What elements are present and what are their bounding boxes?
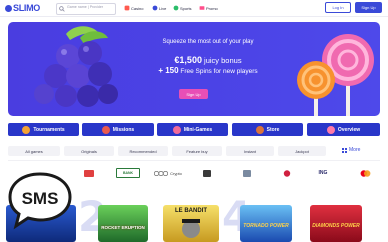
crypto-icon: [154, 170, 169, 176]
provider-crypto[interactable]: Crypto: [150, 168, 186, 178]
category-overview[interactable]: Overview: [307, 123, 380, 136]
provider-logo-b[interactable]: [240, 168, 254, 178]
bandit-character: [182, 219, 200, 238]
sports-icon: [173, 5, 179, 11]
grapes-illustration: [34, 26, 118, 107]
filter-all-games[interactable]: All games: [8, 146, 60, 156]
provider-logo-a[interactable]: [200, 168, 214, 178]
sms-chat-icon[interactable]: SMS: [8, 170, 72, 230]
nav-sports[interactable]: Sports: [173, 4, 192, 12]
game-tile[interactable]: TORNADO POWER: [240, 205, 292, 242]
nav-live[interactable]: Live: [152, 4, 166, 12]
search-icon: [59, 6, 65, 12]
hero-signup-button[interactable]: Sign Up: [179, 89, 208, 99]
missions-icon: [101, 125, 110, 134]
filter-instant[interactable]: Instant: [226, 146, 274, 156]
grid-icon: [342, 147, 347, 153]
lollipop-illustration: [297, 34, 374, 116]
login-button[interactable]: Log In: [325, 2, 351, 13]
category-mini-games[interactable]: Mini-Games: [157, 123, 228, 136]
hero-bonus: €1,500 juicy bonus: [174, 55, 242, 65]
logo-mark-icon: [5, 5, 12, 12]
category-store[interactable]: Store: [232, 123, 303, 136]
mastercard-icon[interactable]: [358, 168, 372, 178]
game-tile[interactable]: ROCKET ERUPTION: [98, 205, 148, 242]
filter-jackpot[interactable]: Jackpot: [278, 146, 326, 156]
signup-button[interactable]: Sign Up: [355, 2, 382, 13]
hero-banner[interactable]: Squeeze the most out of your play €1,500…: [8, 22, 380, 116]
search-input[interactable]: Game name | Provider: [56, 3, 116, 15]
provider-logo-c[interactable]: [280, 168, 294, 178]
filter-feature-buy[interactable]: Feature buy: [172, 146, 222, 156]
hero-spins: + 150 Free Spins for new players: [158, 66, 258, 75]
minigames-icon: [172, 125, 181, 134]
game-tile[interactable]: LE BANDIT: [163, 205, 219, 242]
provider-ing[interactable]: ING: [312, 168, 334, 178]
provider-bank[interactable]: BANK: [116, 168, 140, 178]
trophy-icon: [22, 125, 31, 134]
filter-originals[interactable]: Originals: [64, 146, 114, 156]
game-title: TORNADO POWER: [243, 223, 289, 229]
svg-text:SMS: SMS: [22, 189, 59, 208]
site-logo[interactable]: SLIMO: [5, 3, 40, 13]
filter-recommended[interactable]: Recommended: [118, 146, 168, 156]
hero-tagline: Squeeze the most out of your play: [162, 39, 254, 45]
more-filters-button[interactable]: More: [342, 147, 360, 153]
search-placeholder: Game name | Provider: [67, 5, 104, 9]
casino-icon: [124, 5, 130, 11]
store-icon: [255, 125, 264, 134]
game-tile[interactable]: DIAMONDS POWER: [310, 205, 362, 242]
game-title: ROCKET ERUPTION: [101, 225, 145, 230]
nav-casino[interactable]: Casino: [124, 4, 143, 12]
category-tournaments[interactable]: Tournaments: [8, 123, 79, 136]
promo-icon: [199, 6, 205, 10]
provider-card-icon[interactable]: [78, 168, 100, 178]
live-icon: [152, 5, 158, 11]
overview-icon: [326, 125, 335, 134]
game-title: DIAMONDS POWER: [312, 223, 360, 229]
category-missions[interactable]: Missions: [82, 123, 154, 136]
top-bar: SLIMO Game name | Provider Casino Live S…: [0, 0, 388, 17]
game-title: LE BANDIT: [175, 208, 207, 214]
nav-promo[interactable]: Promo: [199, 4, 218, 12]
divider: [8, 160, 380, 161]
